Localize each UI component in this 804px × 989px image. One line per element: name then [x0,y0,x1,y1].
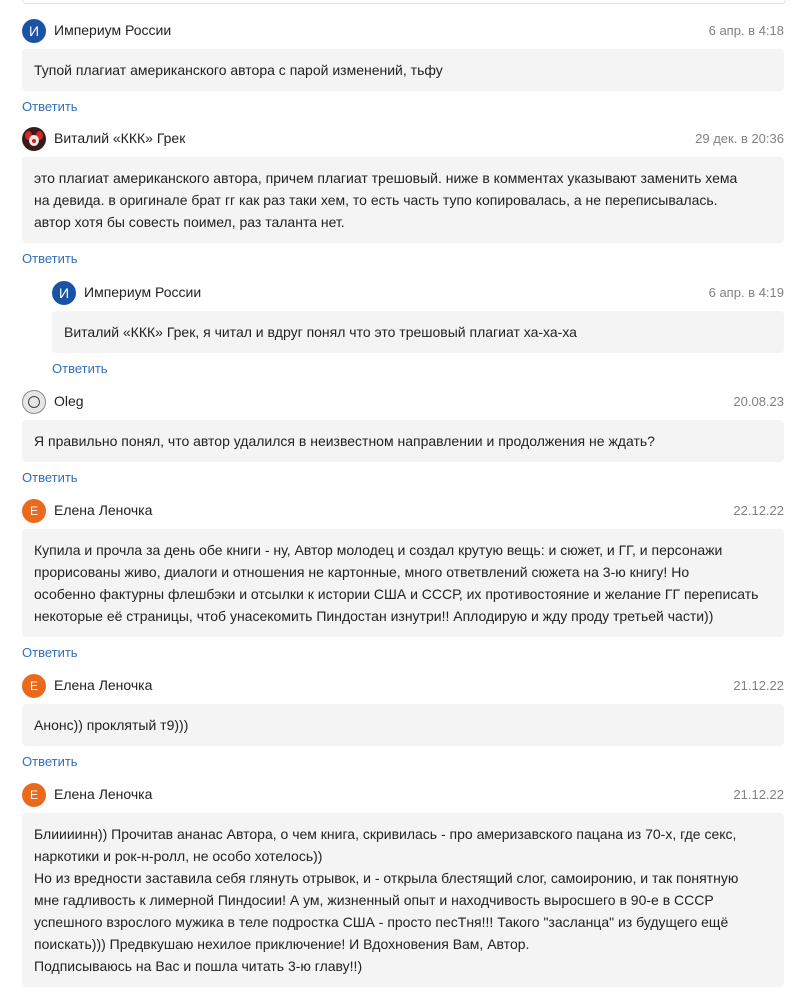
comment-text-line: на девида. в оригинале брат гг как раз т… [34,192,718,208]
author-name[interactable]: Oleg [54,393,84,409]
comment-text-line: это плагиат американского автора, причем… [34,170,738,186]
comment-item: И Империум России 6 апр. в 4:18 Тупой пл… [22,18,784,114]
comment-text-line: прорисованы живо, диалоги и отношения не… [34,564,690,580]
previous-card-edge [22,0,786,4]
author-name[interactable]: Елена Леночка [54,786,152,802]
comment-item: Oleg 20.08.23 Я правильно понял, что авт… [22,389,784,485]
reply-button[interactable]: Ответить [52,361,784,376]
comment-date: 22.12.22 [733,503,784,518]
comment-item: Виталий «ККК» Грек 29 дек. в 20:36 это п… [22,126,784,266]
comment-header: Oleg 20.08.23 [22,389,784,415]
comment-text: Тупой плагиат американского автора с пар… [22,49,784,91]
comment-header: И Империум России 6 апр. в 4:18 [22,18,784,44]
comment-date: 6 апр. в 4:18 [708,23,784,38]
comment-text-line: Анонс)) проклятый т9))) [34,717,189,733]
reply-button[interactable]: Ответить [22,99,784,114]
author-name[interactable]: Елена Леночка [54,502,152,518]
comment-date: 29 дек. в 20:36 [695,131,784,146]
comment-header: И Империум России 6 апр. в 4:19 [52,280,784,306]
comment-text-line: Купила и прочла за день обе книги - ну, … [34,542,723,558]
comment-text-line: мне гадливость к лимерной Пиндосии! А ум… [34,892,714,908]
comment-text: Я правильно понял, что автор удалился в … [22,420,784,462]
comment-text-line: наркотики и рок-н-ролл, не особо хотелос… [34,848,323,864]
author-name[interactable]: Империум России [84,284,201,300]
avatar[interactable]: И [52,281,76,305]
comment-text-line: Но из вредности заставила себя глянуть о… [34,870,739,886]
comment-text-line: Подписываюсь на Вас и пошла читать 3-ю г… [34,958,363,974]
comment-text-line: некоторые её страницы, чтоб унасекомить … [34,608,714,624]
avatar[interactable]: И [22,19,46,43]
reply-button[interactable]: Ответить [22,251,784,266]
clown-avatar-icon[interactable] [22,127,46,151]
comment-header: Виталий «ККК» Грек 29 дек. в 20:36 [22,126,784,152]
comment-header: Е Елена Леночка 21.12.22 [22,782,784,808]
comment-date: 20.08.23 [733,394,784,409]
comment-text: Виталий «ККК» Грек, я читал и вдруг поня… [52,311,784,353]
reply-button[interactable]: Ответить [22,645,784,660]
comment-item: Е Елена Леночка 21.12.22 Блиииинн)) Проч… [22,782,784,987]
comment-date: 6 апр. в 4:19 [708,285,784,300]
comment-text-line: Я правильно понял, что автор удалился в … [34,433,655,449]
comment-header: Е Елена Леночка 22.12.22 [22,498,784,524]
author-name[interactable]: Империум России [54,22,171,38]
comment-text-line: поискать))) Предвкушаю нехилое приключен… [34,936,530,952]
avatar[interactable]: Е [22,674,46,698]
comment-date: 21.12.22 [733,678,784,693]
comment-text-line: особенно фактурны флешбэки и отсылки к и… [34,586,759,602]
reply-button[interactable]: Ответить [22,470,784,485]
comment-item: Е Елена Леночка 21.12.22 Анонс)) проклят… [22,673,784,769]
comment-text-line: Тупой плагиат американского автора с пар… [34,62,443,78]
comment-date: 21.12.22 [733,787,784,802]
comment-text-line: автор хотя бы совесть поимел, раз талант… [34,214,345,230]
circle-avatar-icon[interactable] [22,390,46,414]
comment-header: Е Елена Леночка 21.12.22 [22,673,784,699]
comment-text: это плагиат американского автора, причем… [22,157,784,243]
author-name[interactable]: Виталий «ККК» Грек [54,130,185,146]
comment-text: Анонс)) проклятый т9))) [22,704,784,746]
author-name[interactable]: Елена Леночка [54,677,152,693]
comment-text: Блиииинн)) Прочитав ананас Автора, о чем… [22,813,784,987]
avatar[interactable]: Е [22,499,46,523]
comment-text-line: Блиииинн)) Прочитав ананас Автора, о чем… [34,826,737,842]
avatar[interactable]: Е [22,783,46,807]
comment-text-line: успешного взрослого мужика в теле подрос… [34,914,729,930]
reply-button[interactable]: Ответить [22,754,784,769]
comment-text-line: Виталий «ККК» Грек, я читал и вдруг поня… [64,324,577,340]
comment-item: Е Елена Леночка 22.12.22 Купила и прочла… [22,498,784,660]
comment-item-nested: И Империум России 6 апр. в 4:19 Виталий … [52,280,784,376]
comment-text: Купила и прочла за день обе книги - ну, … [22,529,784,637]
